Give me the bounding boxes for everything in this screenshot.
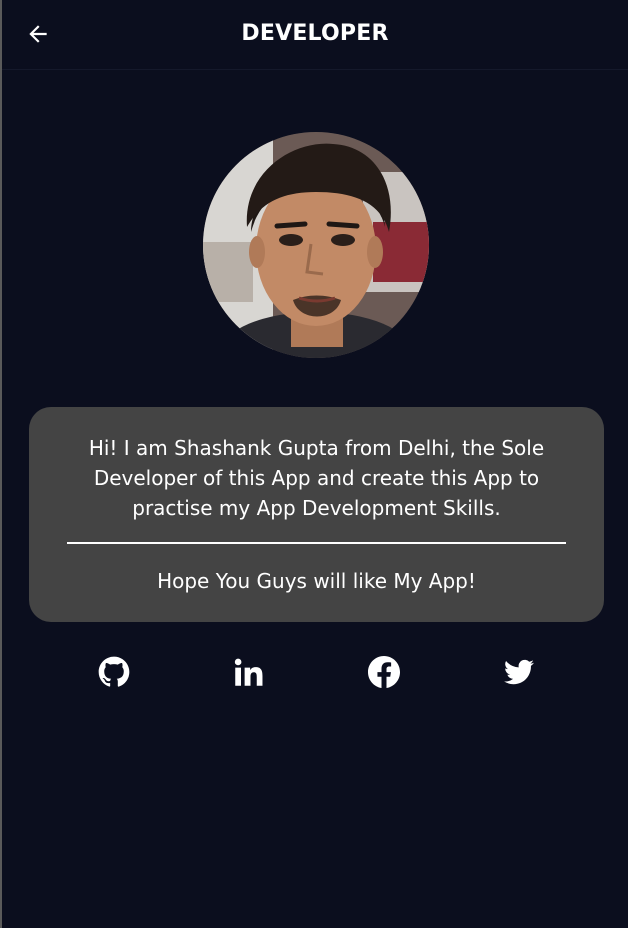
developer-screen: DEVELOPER Hi! I am Shashank Gupta from D… — [0, 0, 628, 928]
github-button[interactable] — [94, 652, 134, 692]
facebook-button[interactable] — [364, 652, 404, 692]
about-card: Hi! I am Shashank Gupta from Delhi, the … — [29, 407, 604, 622]
closing-text: Hope You Guys will like My App! — [157, 569, 476, 593]
linkedin-button[interactable] — [229, 652, 269, 692]
social-links — [2, 652, 628, 696]
facebook-icon — [368, 656, 400, 688]
github-icon — [98, 656, 130, 687]
avatar — [203, 132, 429, 358]
page-title: DEVELOPER — [241, 21, 389, 46]
developer-photo — [203, 132, 429, 358]
twitter-icon — [504, 659, 534, 685]
linkedin-icon — [234, 658, 263, 686]
app-bar: DEVELOPER — [2, 0, 628, 70]
about-text: Hi! I am Shashank Gupta from Delhi, the … — [88, 436, 545, 520]
twitter-button[interactable] — [499, 652, 539, 692]
card-divider — [67, 542, 566, 544]
